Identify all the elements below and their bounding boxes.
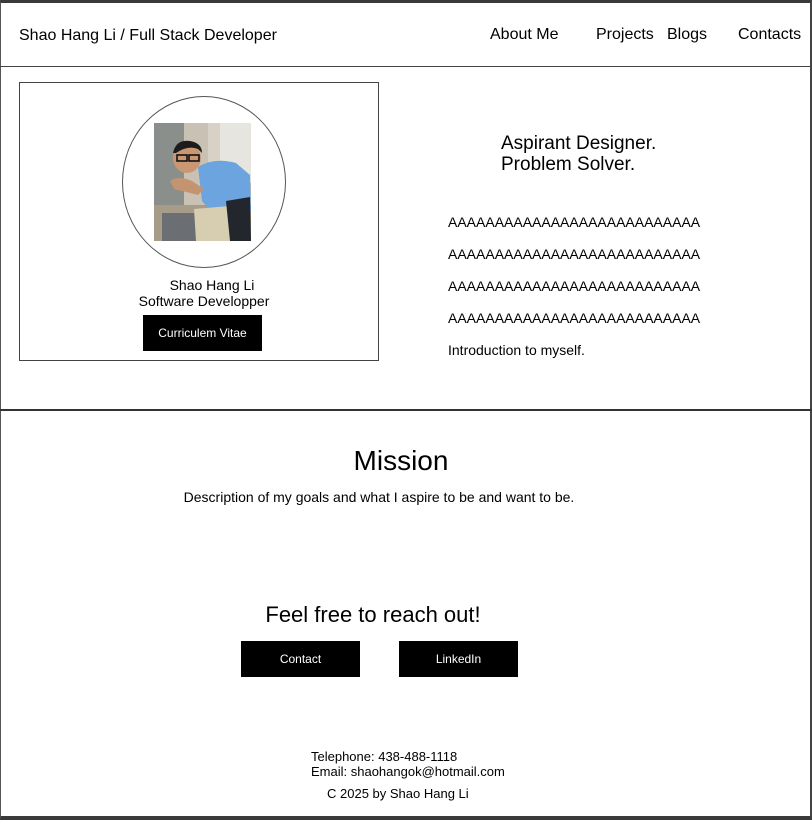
nav-contacts[interactable]: Contacts	[738, 26, 801, 44]
intro-block: AAAAAAAAAAAAAAAAAAAAAAAAAAA AAAAAAAAAAAA…	[448, 198, 700, 374]
mission-title: Mission	[353, 445, 449, 476]
top-header: Shao Hang Li / Full Stack Developer Abou…	[0, 3, 812, 67]
section-divider	[0, 409, 812, 411]
tagline-line-1: Aspirant Designer.	[501, 133, 657, 154]
profile-role: Software Developper	[138, 293, 270, 309]
nav-blogs[interactable]: Blogs	[667, 26, 707, 44]
profile-name: Shao Hang Li	[169, 277, 255, 293]
hero-tagline: Aspirant Designer. Problem Solver.	[501, 133, 656, 175]
mission-description: Description of my goals and what I aspir…	[183, 489, 575, 505]
footer-email[interactable]: Email: shaohangok@hotmail.com	[311, 764, 505, 779]
intro-line: AAAAAAAAAAAAAAAAAAAAAAAAAAA	[448, 246, 701, 262]
intro-line: AAAAAAAAAAAAAAAAAAAAAAAAAAA	[448, 278, 701, 294]
intro-text: Introduction to myself.	[448, 342, 585, 358]
nav-about-me[interactable]: About Me	[490, 26, 558, 44]
footer-telephone: Telephone: 438-488-1118	[311, 749, 458, 764]
footer-copyright: C 2025 by Shao Hang Li	[327, 786, 469, 801]
intro-line: AAAAAAAAAAAAAAAAAAAAAAAAAAA	[448, 214, 701, 230]
linkedin-button[interactable]: LinkedIn	[399, 641, 518, 677]
cv-button[interactable]: Curriculem Vitae	[143, 315, 262, 351]
tagline-line-2: Problem Solver.	[501, 154, 636, 175]
footer-contact-info: Telephone: 438-488-1118 Email: shaohango…	[311, 749, 505, 779]
profile-card: Shao Hang Li Software Developper Curricu…	[19, 82, 379, 361]
reach-out-heading: Feel free to reach out!	[265, 602, 481, 627]
nav-projects[interactable]: Projects	[596, 26, 654, 44]
avatar-photo	[154, 123, 251, 241]
contact-button[interactable]: Contact	[241, 641, 360, 677]
site-brand[interactable]: Shao Hang Li / Full Stack Developer	[19, 27, 277, 45]
intro-line: AAAAAAAAAAAAAAAAAAAAAAAAAAA	[448, 310, 701, 326]
